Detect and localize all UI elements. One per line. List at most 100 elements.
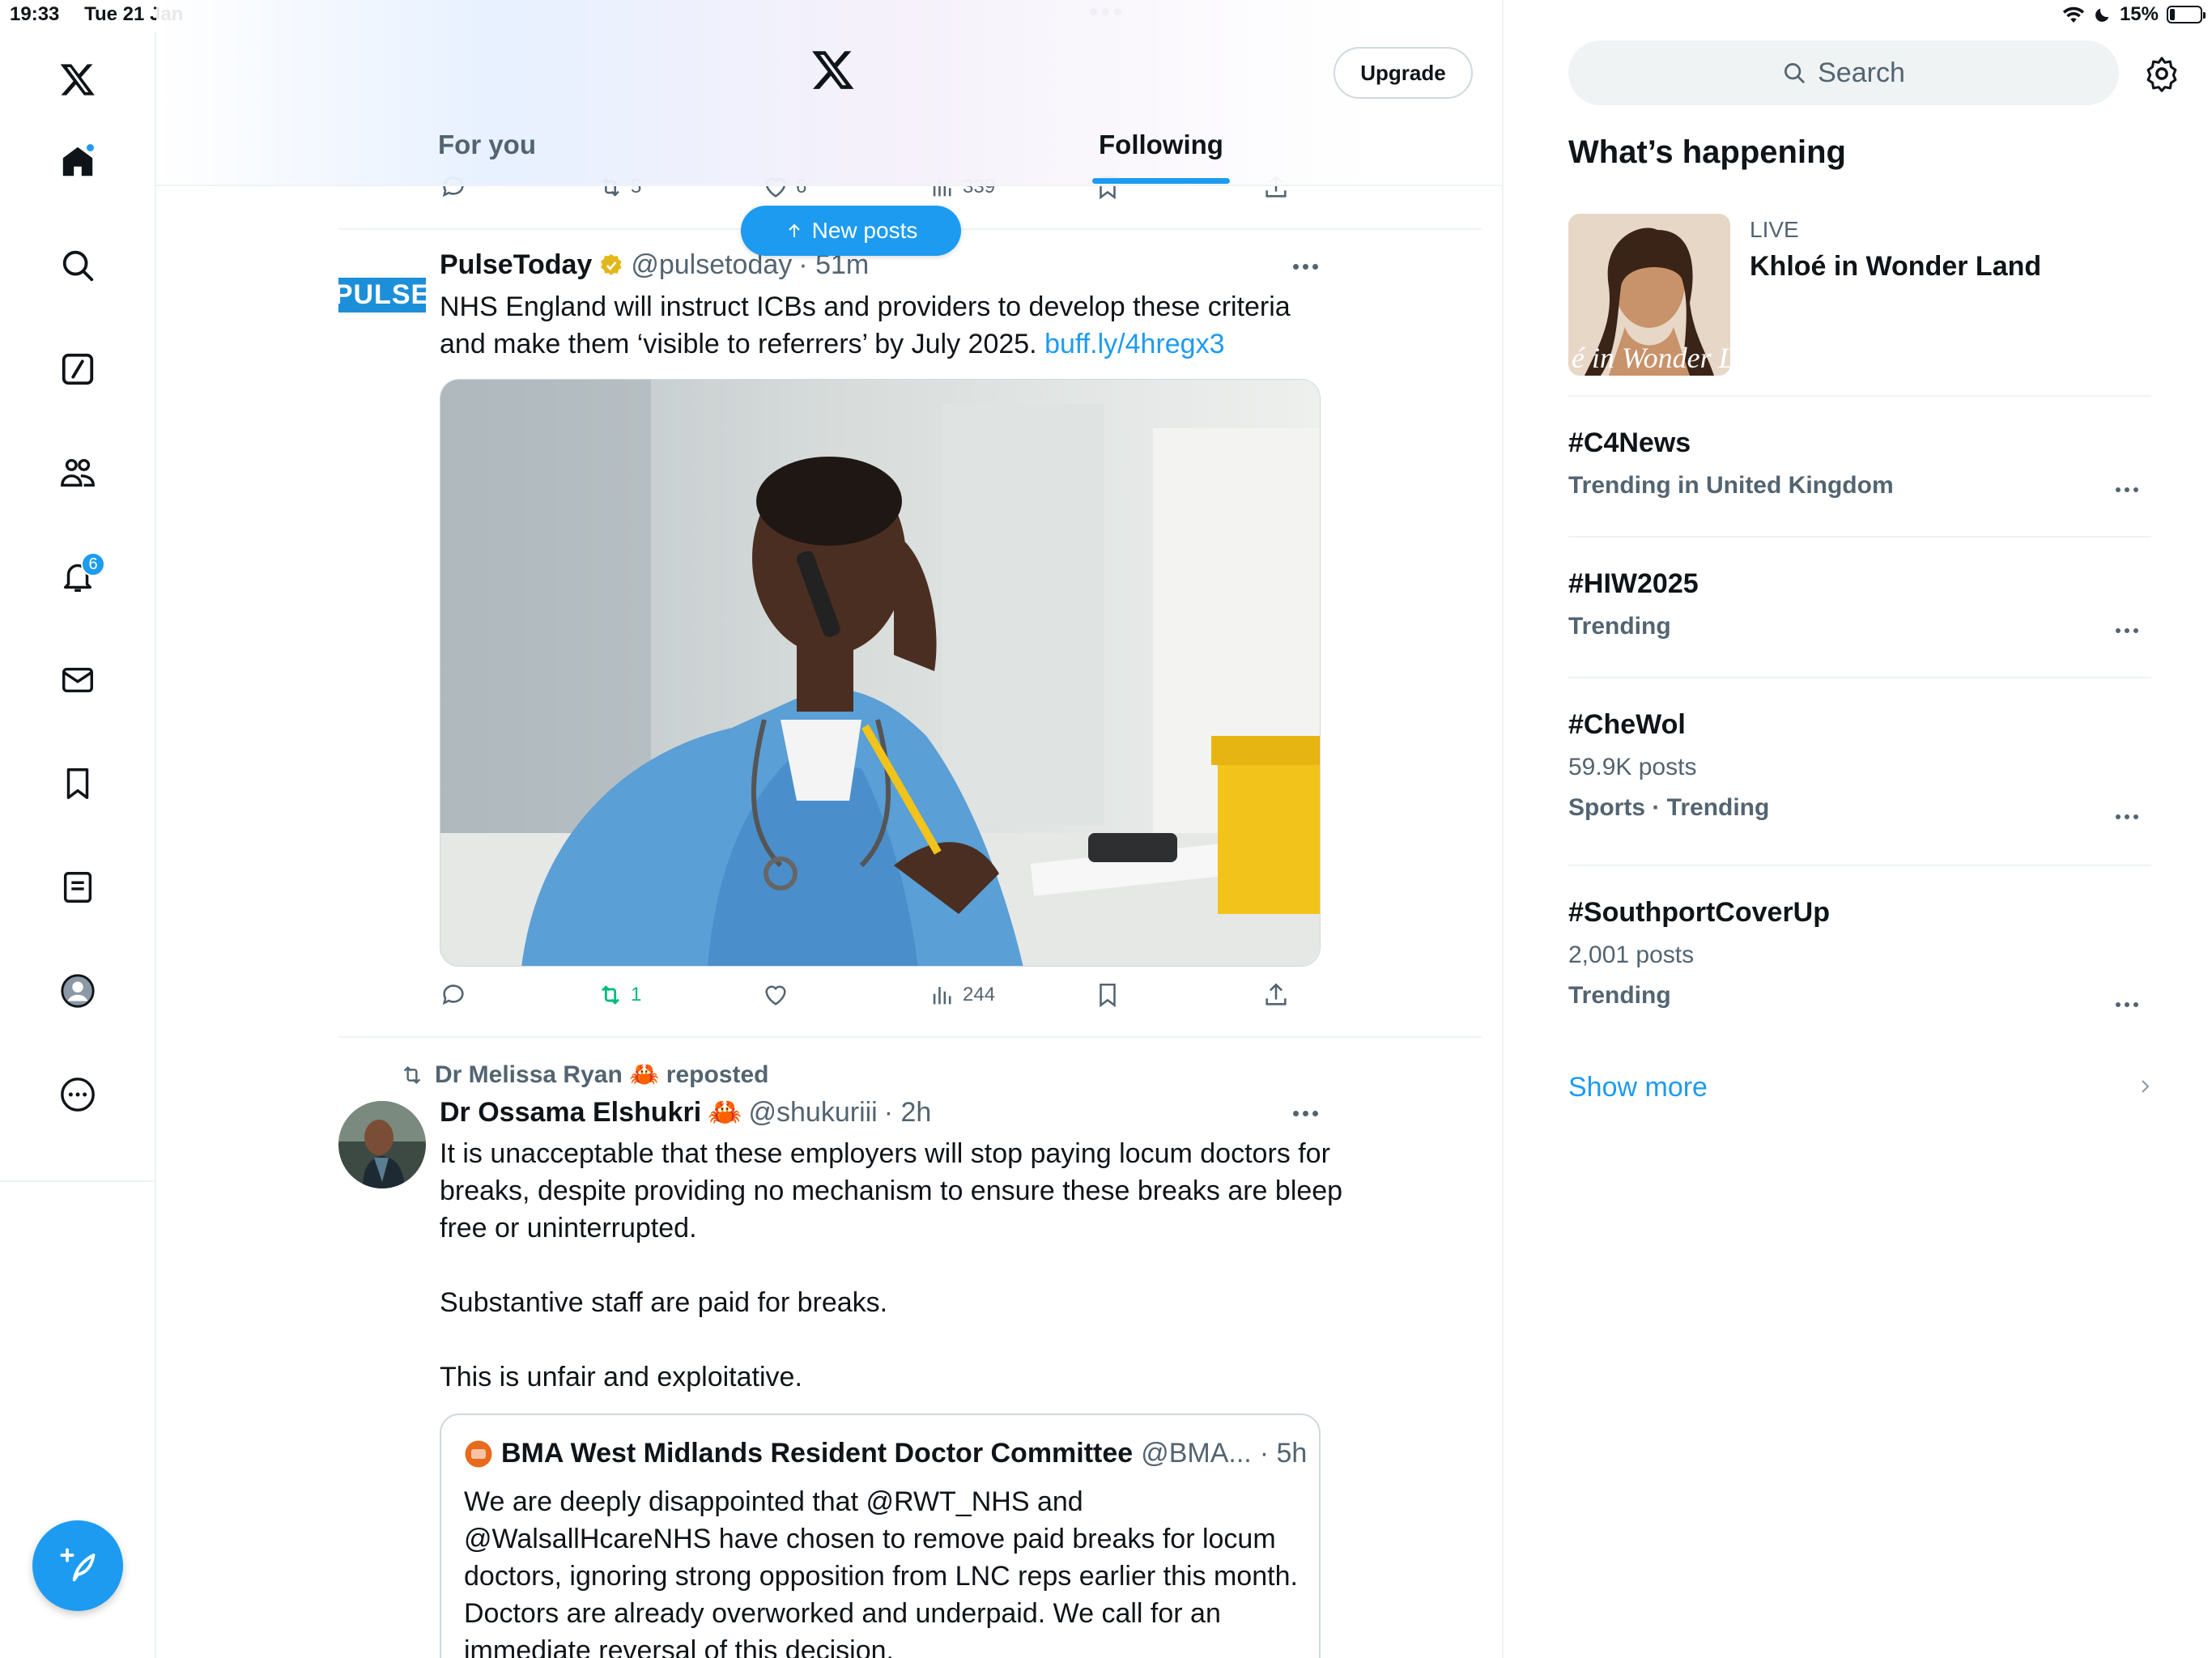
views-button[interactable]: 244 (929, 981, 995, 1009)
retweet-icon (602, 985, 619, 1005)
nav-profile[interactable] (49, 962, 107, 1020)
search-placeholder: Search (1818, 57, 1905, 88)
nav-divider (0, 1180, 156, 1182)
author-handle[interactable]: @shukuriii (749, 1097, 878, 1129)
tweet-time: · 2h (883, 1096, 932, 1128)
tweet-text-line: and make them ‘visible to referrers’ by … (440, 325, 1371, 363)
gear-icon[interactable] (2143, 55, 2180, 92)
live-event-card[interactable]: é in Wonder L LIVE Khloé in Wonder Land (1568, 214, 2151, 395)
tab-following[interactable]: Following (1099, 130, 1223, 160)
reply-icon (442, 984, 464, 1005)
retweet-button[interactable]: 1 (597, 981, 641, 1009)
nav-lists[interactable] (49, 858, 107, 916)
trend-tag: #C4News (1568, 427, 1691, 458)
reply-button[interactable] (440, 981, 467, 1009)
timeline-column: 5 6 339 Upgrade For you Following New po… (156, 0, 1504, 1658)
search-icon (1784, 63, 1805, 83)
trend-more-button[interactable] (2116, 814, 2138, 819)
tweet-author[interactable]: Dr Ossama Elshukri 🦀 @shukuriii · 2h (440, 1096, 931, 1129)
repost-indicator: Dr Melissa Ryan 🦀 reposted (399, 1061, 769, 1089)
home-unread-dot (85, 142, 96, 153)
trend-item[interactable]: #HIW2025 Trending (1568, 568, 2151, 640)
views-count: 244 (963, 984, 996, 1005)
tweet-text: It is unacceptable that these employers … (440, 1135, 1371, 1396)
profile-avatar-icon (61, 974, 95, 1008)
avatar[interactable] (338, 1101, 426, 1188)
tweet-more-button[interactable] (1293, 264, 1318, 270)
new-posts-button[interactable]: New posts (741, 206, 961, 256)
tweet-paragraph: It is unacceptable that these employers … (440, 1138, 1343, 1244)
nav-more[interactable] (49, 1065, 107, 1124)
arrow-up-icon (788, 223, 800, 237)
doctor-on-phone-photo (440, 380, 1320, 966)
new-posts-label: New posts (811, 218, 918, 243)
quoted-author-handle[interactable]: @BMA... (1141, 1438, 1252, 1469)
nav-messages[interactable] (49, 651, 107, 709)
compose-button[interactable] (32, 1520, 123, 1611)
grok-icon (62, 353, 94, 385)
tweet-text-segment: and make them ‘visible to referrers’ by … (440, 329, 1045, 359)
retweet-icon (403, 1065, 421, 1084)
show-more-link[interactable]: Show more (1568, 1072, 1708, 1103)
trend-tag: #CheWol (1568, 709, 1686, 740)
trend-meta: Trending in United Kingdom (1568, 472, 1894, 499)
chevron-right-icon (2142, 1080, 2150, 1093)
right-sidebar: Search What’s happening é in Wonder L LI… (1504, 0, 2212, 1658)
nav-search[interactable] (49, 236, 107, 295)
tab-for-you[interactable]: For you (438, 130, 536, 160)
nav-grok[interactable] (49, 340, 107, 398)
share-icon (1266, 983, 1287, 1005)
more-circle-icon (61, 1078, 95, 1112)
tweet-link[interactable]: buff.ly/4hregx3 (1044, 329, 1224, 359)
bookmark-button[interactable] (1094, 981, 1121, 1009)
tab-selected-indicator (1092, 178, 1230, 184)
lists-icon (63, 872, 92, 903)
tweet-paragraph: This is unfair and exploitative. (440, 1362, 802, 1392)
trend-more-button[interactable] (2116, 1002, 2138, 1007)
tweet-more-button[interactable] (1293, 1111, 1318, 1116)
trend-item[interactable]: #C4News Trending in United Kingdom (1568, 427, 2151, 500)
live-title[interactable]: Khloé in Wonder Land (1750, 251, 2041, 283)
live-event-photo: é in Wonder L (1568, 214, 1730, 376)
pulse-logo: PULSE (338, 277, 426, 312)
trend-item[interactable]: #SouthportCoverUp 2,001 posts Trending (1568, 897, 2151, 1010)
envelope-icon (62, 667, 93, 693)
author-name[interactable]: PulseToday (440, 249, 592, 281)
trend-meta: Sports · Trending (1568, 794, 1770, 821)
trend-post-count: 2,001 posts (1568, 942, 1695, 968)
upgrade-button[interactable]: Upgrade (1334, 47, 1473, 99)
trend-tag: #HIW2025 (1568, 568, 1699, 599)
quoted-tweet[interactable]: BMA West Midlands Resident Doctor Commit… (440, 1414, 1321, 1658)
trend-more-button[interactable] (2116, 487, 2138, 492)
repost-text[interactable]: Dr Melissa Ryan 🦀 reposted (435, 1061, 769, 1089)
quoted-author[interactable]: BMA West Midlands Resident Doctor Commit… (464, 1438, 1307, 1469)
x-logo-icon[interactable] (810, 47, 856, 92)
communities-icon (61, 458, 95, 487)
author-name[interactable]: Dr Ossama Elshukri (440, 1097, 701, 1129)
nav-notifications[interactable]: 6 (49, 547, 107, 606)
trend-divider (1568, 395, 2151, 397)
trend-tag: #SouthportCoverUp (1568, 897, 1830, 928)
author-emoji: 🦀 (708, 1097, 742, 1128)
search-input[interactable]: Search (1568, 40, 2119, 105)
quoted-text: We are deeply disappointed that @RWT_NHS… (464, 1486, 1298, 1658)
nav-home[interactable] (49, 133, 107, 191)
tweet-paragraph: Substantive staff are paid for breaks. (440, 1287, 888, 1318)
trend-post-count: 59.9K posts (1568, 754, 1697, 780)
tweet-divider (338, 1036, 1482, 1038)
quoted-author-name[interactable]: BMA West Midlands Resident Doctor Commit… (501, 1438, 1133, 1469)
like-button[interactable] (762, 981, 789, 1009)
retweet-count: 1 (631, 984, 642, 1005)
left-nav: 6 (0, 32, 156, 1658)
heart-icon (765, 985, 786, 1005)
share-button[interactable] (1262, 981, 1290, 1009)
x-logo-icon[interactable] (49, 50, 107, 108)
trend-item[interactable]: #CheWol 59.9K posts Sports · Trending (1568, 709, 2151, 822)
quoted-time: · 5h (1259, 1438, 1308, 1469)
nav-bookmarks[interactable] (49, 755, 107, 813)
nav-communities[interactable] (49, 444, 107, 502)
avatar[interactable]: PULSE (338, 251, 426, 338)
feather-plus-icon (60, 1548, 96, 1582)
tweet-image[interactable] (440, 379, 1321, 967)
trend-more-button[interactable] (2116, 628, 2138, 633)
